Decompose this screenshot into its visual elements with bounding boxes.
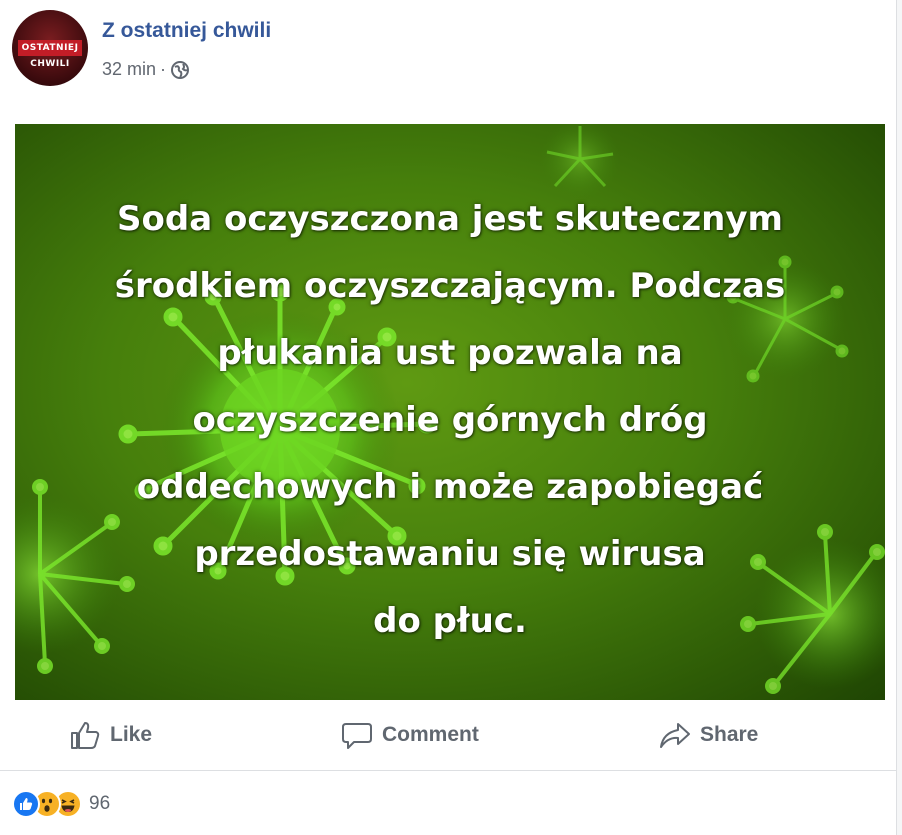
comment-button[interactable]: Comment [340, 718, 479, 752]
feed-scroll-edge [896, 0, 902, 835]
actions-divider [0, 770, 896, 771]
share-button[interactable]: Share [658, 718, 758, 752]
page-name-link[interactable]: Z ostatniej chwili [102, 19, 271, 43]
post-meta: 32 min · [102, 59, 190, 80]
page-avatar[interactable]: OSTATNIEJ CHWILI [12, 10, 88, 86]
post-card: OSTATNIEJ CHWILI Z ostatniej chwili 32 m… [0, 0, 896, 835]
like-button[interactable]: Like [68, 718, 152, 752]
post-image[interactable]: Soda oczyszczona jest skutecznym środkie… [15, 124, 885, 700]
thumbs-up-icon [71, 722, 100, 749]
meta-separator: · [160, 59, 167, 79]
reactions-summary[interactable]: 96 [12, 790, 110, 818]
post-actions: Like Comment Share [0, 708, 896, 762]
like-reaction-icon [12, 790, 40, 818]
like-label: Like [110, 723, 153, 746]
reaction-count: 96 [89, 793, 111, 814]
comment-icon [342, 723, 372, 749]
post-timestamp[interactable]: 32 min [102, 59, 156, 80]
avatar-label: OSTATNIEJ CHWILI [18, 40, 82, 69]
comment-label: Comment [382, 723, 479, 746]
globe-icon[interactable] [170, 60, 190, 80]
share-arrow-icon [660, 723, 690, 748]
image-caption-text: Soda oczyszczona jest skutecznym środkie… [114, 199, 786, 641]
share-label: Share [700, 723, 759, 746]
